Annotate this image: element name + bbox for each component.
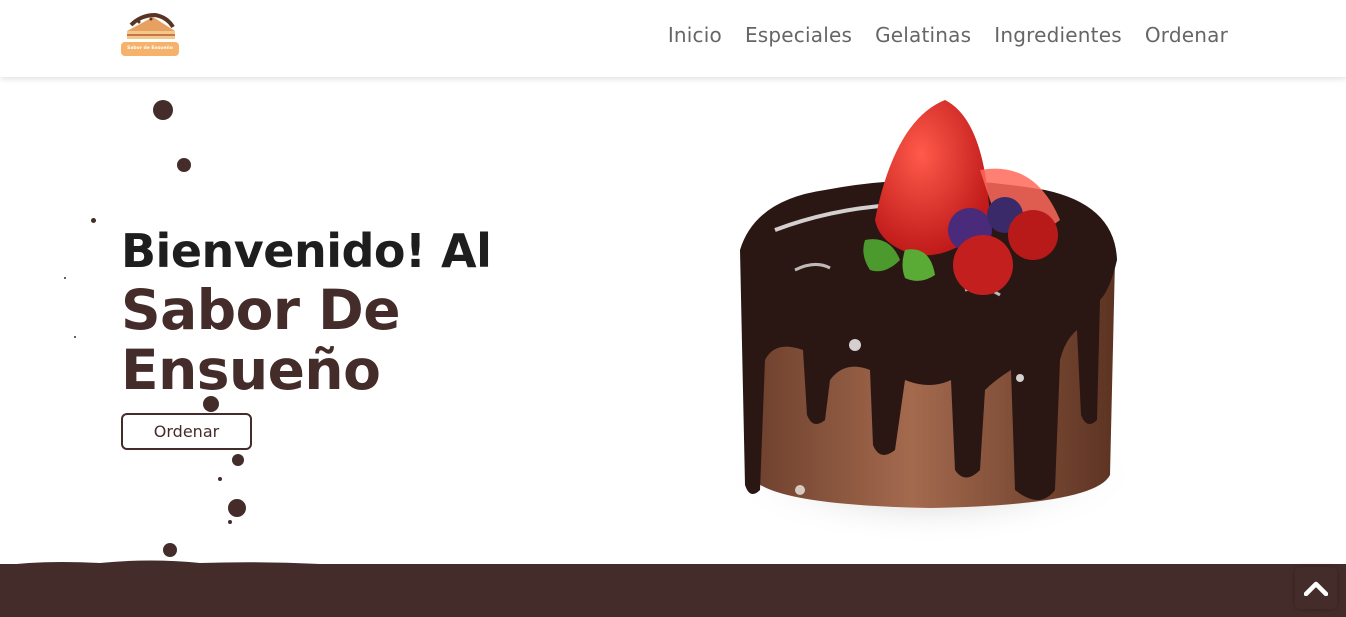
- navbar: Sabor de Ensueño Inicio Especiales Gelat…: [0, 0, 1346, 77]
- cake-slice-logo-icon: [127, 12, 175, 39]
- decorative-dot: [163, 543, 177, 557]
- hero-title-line1: Bienvenido! Al: [121, 224, 492, 278]
- decorative-dot: [74, 336, 76, 338]
- scroll-top-button[interactable]: [1295, 567, 1337, 609]
- nav-link-inicio[interactable]: Inicio: [668, 22, 722, 48]
- decorative-dot: [153, 100, 173, 120]
- decorative-dot: [228, 499, 246, 517]
- hero-title-line3: Ensueño: [121, 338, 381, 402]
- order-button[interactable]: Ordenar: [121, 413, 252, 450]
- nav-menu: Inicio Especiales Gelatinas Ingredientes…: [668, 22, 1228, 48]
- hero-title-line2: Sabor De: [121, 278, 401, 342]
- nav-link-ordenar[interactable]: Ordenar: [1145, 22, 1228, 48]
- decorative-dot: [91, 218, 96, 223]
- hero-title: Bienvenido! Al Sabor De Ensueño: [121, 222, 492, 402]
- nav-link-gelatinas[interactable]: Gelatinas: [875, 22, 971, 48]
- logo[interactable]: Sabor de Ensueño: [121, 9, 181, 57]
- decorative-dot: [228, 520, 232, 524]
- chocolate-cake-image: [720, 100, 1140, 545]
- decorative-dot: [218, 477, 222, 481]
- nav-link-ingredientes[interactable]: Ingredientes: [994, 22, 1122, 48]
- chevron-up-icon: [1304, 581, 1328, 596]
- logo-text: Sabor de Ensueño: [121, 42, 179, 56]
- decorative-dot: [177, 158, 191, 172]
- nav-link-especiales[interactable]: Especiales: [745, 22, 852, 48]
- decorative-dot: [64, 277, 66, 279]
- footer-band: [0, 564, 1346, 617]
- decorative-dot: [232, 454, 244, 466]
